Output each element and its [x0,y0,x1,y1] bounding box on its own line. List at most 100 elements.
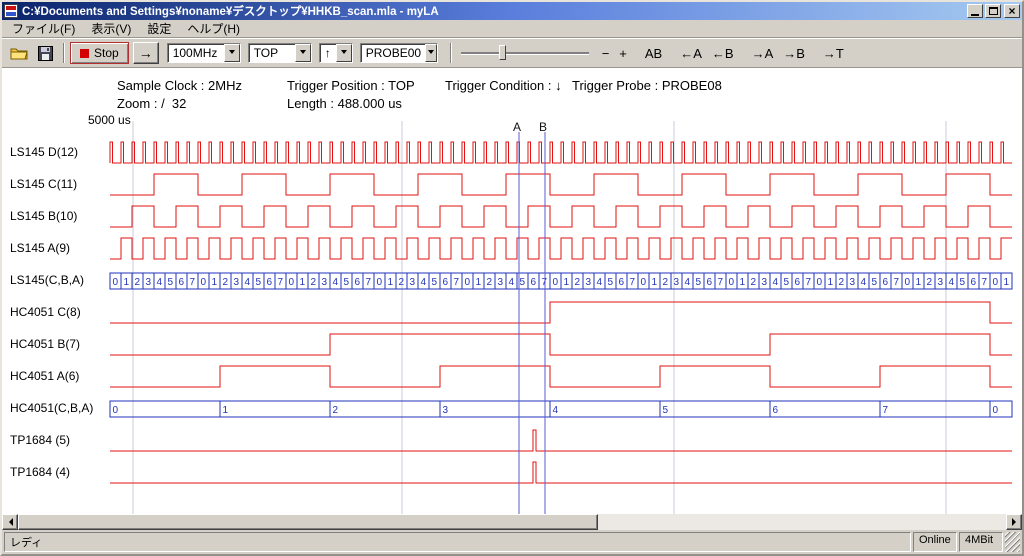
goto-marker-a-button[interactable]: ←A [675,44,707,63]
sample-rate-select[interactable]: 100MHz [167,43,241,63]
waveform-canvas: 0123456701234567012345670123456701234567… [2,68,1022,514]
title-bar[interactable]: C:¥Documents and Settings¥noname¥デスクトップ¥… [2,2,1022,20]
bus-value: 1 [652,277,658,288]
bus-value: 3 [762,277,768,288]
bus-value: 7 [806,277,812,288]
bus-value: 0 [113,277,119,288]
goto-trigger-button[interactable]: →T [818,44,849,63]
set-marker-a-button[interactable]: →A [747,44,779,63]
bus-value: 3 [498,277,504,288]
bus-value: 6 [707,277,713,288]
bus-cell [880,401,990,417]
menu-bar: ファイル(F) 表示(V) 設定 ヘルプ(H) [2,20,1022,38]
ab-button[interactable]: AB [640,44,667,63]
bus-value: 4 [861,277,867,288]
scroll-right-button[interactable] [1006,514,1022,530]
bus-value: 6 [795,277,801,288]
close-icon: × [1008,6,1015,16]
bus-value: 0 [729,277,735,288]
bus-value: 7 [454,277,460,288]
menu-file[interactable]: ファイル(F) [4,19,83,38]
bus-value: 6 [355,277,361,288]
bus-value: 4 [685,277,691,288]
trigger-pos-select[interactable]: TOP [248,43,312,63]
arrow-right-icon [1012,518,1020,526]
bus-value: 3 [938,277,944,288]
bus-value: 5 [784,277,790,288]
bus-value: 5 [608,277,614,288]
zoom-slider[interactable] [461,43,589,63]
window-title: C:¥Documents and Settings¥noname¥デスクトップ¥… [22,3,965,19]
status-bar: レディ Online 4MBit [2,530,1022,554]
chevron-down-icon[interactable] [295,44,311,62]
toolbar-separator [450,43,452,63]
waveform-hc4051-b-7- [110,334,1012,355]
bus-value: 4 [773,277,779,288]
horizontal-scrollbar[interactable] [2,514,1022,530]
sample-rate-value: 100MHz [168,44,224,62]
waveform-hc4051-a-6- [110,366,1012,387]
stop-button[interactable]: Stop [70,42,129,64]
chevron-down-icon[interactable] [224,44,240,62]
bus-value: 5 [696,277,702,288]
chevron-down-icon[interactable] [336,44,352,62]
bus-value: 2 [399,277,405,288]
goto-marker-b-button[interactable]: ←B [707,44,739,63]
close-button[interactable]: × [1004,4,1020,18]
status-ready: レディ [4,532,911,552]
trigger-edge-select[interactable]: ↑ [319,43,353,63]
bus-value: 5 [520,277,526,288]
menu-view[interactable]: 表示(V) [83,19,139,38]
bus-value: 5 [256,277,262,288]
slider-thumb[interactable] [499,45,506,60]
save-button[interactable] [32,41,58,65]
bus-cell [770,401,880,417]
set-marker-b-button[interactable]: →B [778,44,810,63]
app-icon [4,4,18,18]
scrollbar-track[interactable] [18,514,1006,530]
scroll-left-button[interactable] [2,514,18,530]
minimize-button[interactable] [967,4,983,18]
bus-value: 2 [663,277,669,288]
open-file-button[interactable] [6,41,32,65]
bus-value: 6 [179,277,185,288]
scrollbar-thumb[interactable] [18,514,598,530]
bus-cell [110,401,220,417]
slider-track[interactable] [461,52,589,54]
bus-value: 2 [751,277,757,288]
bus-value: 3 [674,277,680,288]
bus-value: 0 [993,405,999,416]
zoom-in-button[interactable]: + [614,44,632,63]
bus-value: 7 [630,277,636,288]
bus-value: 1 [916,277,922,288]
waveform-hc4051-c-8- [110,302,1012,323]
bus-value: 7 [366,277,372,288]
bus-value: 5 [960,277,966,288]
stop-label: Stop [94,46,119,60]
trigger-probe-select[interactable]: PROBE00 [360,43,438,63]
floppy-icon [38,46,53,61]
bus-value: 6 [267,277,273,288]
bus-value: 3 [146,277,152,288]
run-button[interactable]: → [133,42,159,64]
bus-value: 2 [223,277,229,288]
toolbar: Stop → 100MHz TOP ↑ PROBE00 − + AB ←A ←B… [2,38,1022,68]
bus-value: 1 [1004,277,1010,288]
resize-grip[interactable] [1005,532,1020,552]
waveform-panel: Sample Clock : 2MHz Trigger Position : T… [2,68,1022,514]
waveform-ls145-d-12- [110,142,1012,163]
zoom-out-button[interactable]: − [597,44,615,63]
maximize-button[interactable] [985,4,1001,18]
menu-settings[interactable]: 設定 [139,19,179,38]
trigger-edge-value: ↑ [320,44,336,62]
bus-value: 4 [157,277,163,288]
menu-help[interactable]: ヘルプ(H) [179,19,248,38]
bus-value: 1 [740,277,746,288]
bus-value: 3 [443,405,449,416]
waveform-ls145-a-9- [110,238,1012,259]
stop-icon [80,49,89,58]
bus-value: 0 [641,277,647,288]
chevron-down-icon[interactable] [425,44,437,62]
bus-value: 6 [531,277,537,288]
bus-value: 3 [234,277,240,288]
